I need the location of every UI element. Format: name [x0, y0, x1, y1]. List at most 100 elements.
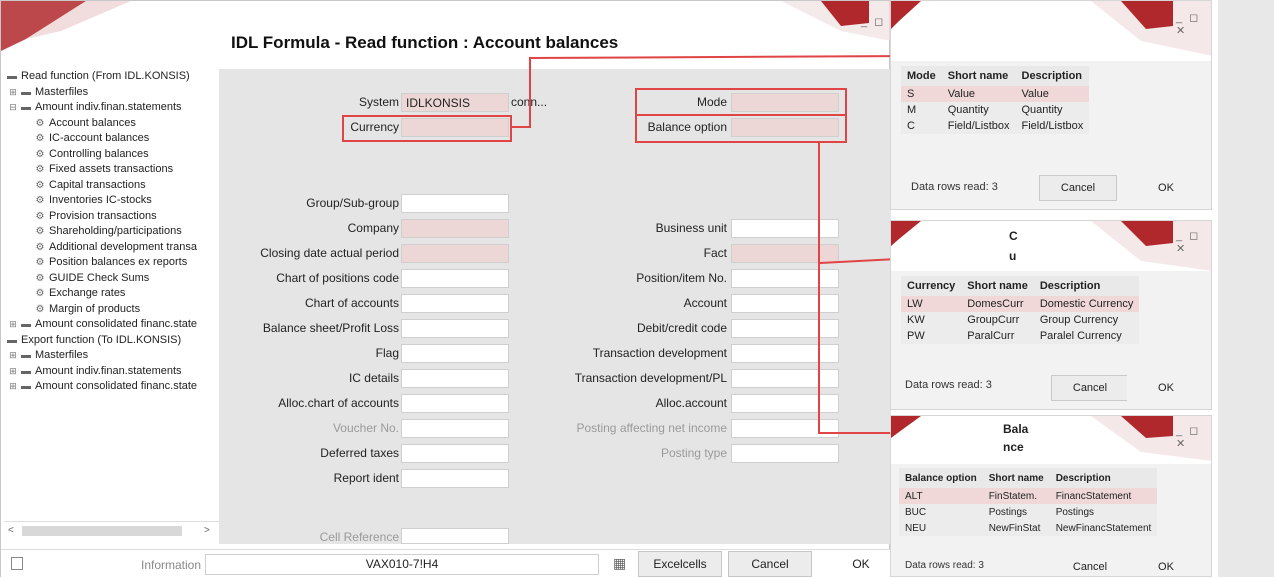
field-input[interactable] [731, 344, 839, 363]
field-label: Report ident [333, 471, 399, 485]
table-row[interactable]: ALT FinStatem. FinancStatement [899, 488, 1158, 504]
tree-item[interactable]: ▬ Export function (To IDL.KONSIS) [6, 333, 221, 349]
tree-item[interactable]: ▬ Read function (From IDL.KONSIS) [6, 69, 221, 85]
navigation-tree[interactable]: ▬ Read function (From IDL.KONSIS) ⊞ ▬ Master… [6, 69, 221, 519]
field-input[interactable] [731, 444, 839, 463]
column-header[interactable]: Mode [901, 66, 942, 86]
expand-icon[interactable]: ⊞ [6, 348, 20, 363]
expand-icon[interactable]: ⊞ [6, 317, 20, 332]
field-input[interactable] [401, 194, 509, 213]
mode-ok-button[interactable]: OK [1127, 175, 1205, 201]
currency-window-controls[interactable]: _ ◻ ✕ [1176, 229, 1211, 255]
field-label: Posting affecting net income [576, 421, 727, 435]
information-field[interactable]: VAX010-7!H4 [205, 554, 599, 575]
column-header[interactable]: Short name [982, 468, 1050, 488]
folder-icon: ▬ [21, 102, 31, 113]
field-input[interactable] [401, 269, 509, 288]
table-row[interactable]: NEU NewFinStat NewFinancStatement [899, 520, 1158, 536]
field-input[interactable] [401, 369, 509, 388]
table-cell: ALT [899, 488, 983, 504]
scroll-left-icon[interactable]: < [8, 525, 14, 536]
table-row[interactable]: LW DomesCurr Domestic Currency [901, 296, 1140, 312]
system-field[interactable]: IDLKONSIS [401, 93, 509, 112]
field-input[interactable] [731, 319, 839, 338]
table-row[interactable]: S Value Value [901, 86, 1090, 102]
field-input[interactable] [731, 369, 839, 388]
column-header[interactable]: Short name [941, 66, 1016, 86]
table-row[interactable]: C Field/Listbox Field/Listbox [901, 118, 1090, 134]
field-input[interactable] [401, 319, 509, 338]
currency-ok-button[interactable]: OK [1127, 375, 1205, 401]
mode-cancel-button[interactable]: Cancel [1039, 175, 1117, 201]
balance-window-controls[interactable]: _ ◻ ✕ [1176, 424, 1211, 450]
field-input[interactable] [731, 269, 839, 288]
window-controls[interactable]: _ ◻ [861, 15, 885, 28]
tree-item[interactable]: ⚙ Provision transactions [6, 209, 221, 225]
cell-reference-field[interactable] [401, 528, 509, 544]
tree-item[interactable]: ⊞ ▬ Masterfiles [6, 348, 221, 364]
balance-cancel-button[interactable]: Cancel [1051, 554, 1129, 576]
field-input[interactable] [731, 219, 839, 238]
column-header[interactable]: Currency [901, 276, 962, 296]
field-input[interactable] [731, 244, 839, 263]
tree-scrollbar[interactable]: < > [4, 521, 219, 539]
table-row[interactable]: M Quantity Quantity [901, 102, 1090, 118]
field-input[interactable] [401, 344, 509, 363]
balance-ok-button[interactable]: OK [1127, 554, 1205, 576]
tree-item[interactable]: ⊞ ▬ Masterfiles [6, 85, 221, 101]
gear-icon: ⚙ [35, 226, 45, 237]
tree-item[interactable]: ⚙ GUIDE Check Sums [6, 271, 221, 287]
tree-item[interactable]: ⚙ IC-account balances [6, 131, 221, 147]
tree-item[interactable]: ⚙ Account balances [6, 116, 221, 132]
field-input[interactable] [731, 294, 839, 313]
column-header[interactable]: Description [1049, 468, 1158, 488]
tree-item[interactable]: ⚙ Fixed assets transactions [6, 162, 221, 178]
field-input[interactable] [401, 294, 509, 313]
table-row[interactable]: KW GroupCurr Group Currency [901, 312, 1140, 328]
tree-item[interactable]: ⚙ Inventories IC-stocks [6, 193, 221, 209]
tree-item[interactable]: ⚙ Controlling balances [6, 147, 221, 163]
tree-item[interactable]: ⊞ ▬ Amount consolidated financ.state [6, 317, 221, 333]
folder-icon: ▬ [21, 350, 31, 361]
scroll-right-icon[interactable]: > [204, 525, 210, 536]
tree-item[interactable]: ⚙ Position balances ex reports [6, 255, 221, 271]
field-input[interactable] [401, 469, 509, 488]
mode-table: Mode Short name Description S Value Value M Qua… [901, 66, 1090, 134]
tree-item[interactable]: ⚙ Margin of products [6, 302, 221, 318]
tree-item[interactable]: ⚙ Capital transactions [6, 178, 221, 194]
field-input[interactable] [401, 419, 509, 438]
column-header[interactable]: Balance option [899, 468, 983, 488]
table-cell: KW [901, 312, 962, 328]
spreadsheet-icon[interactable]: ▦ [613, 555, 626, 572]
field-input[interactable] [731, 394, 839, 413]
table-row[interactable]: PW ParalCurr Paralel Currency [901, 328, 1140, 344]
column-header[interactable]: Short name [961, 276, 1034, 296]
tree-item[interactable]: ⊟ ▬ Amount indiv.finan.statements [6, 100, 221, 116]
collapse-icon[interactable]: ⊟ [6, 100, 20, 115]
table-cell: Quantity [1015, 102, 1090, 118]
column-header[interactable]: Description [1015, 66, 1090, 86]
mode-window-controls[interactable]: _ ◻ ✕ [1176, 11, 1211, 37]
expand-icon[interactable]: ⊞ [6, 85, 20, 100]
panel-toggle-icon[interactable] [11, 557, 23, 570]
column-header[interactable]: Description [1033, 276, 1140, 296]
field-input[interactable] [401, 394, 509, 413]
table-row[interactable]: BUC Postings Postings [899, 504, 1158, 520]
field-input[interactable] [731, 419, 839, 438]
field-input[interactable] [401, 444, 509, 463]
field-input[interactable] [401, 219, 509, 238]
tree-item[interactable]: ⊞ ▬ Amount consolidated financ.state [6, 379, 221, 395]
tree-item[interactable]: ⚙ Additional development transa [6, 240, 221, 256]
currency-cancel-button[interactable]: Cancel [1051, 375, 1129, 401]
mode-popup: _ ◻ ✕ Mode Short name Description S Value Val… [890, 0, 1212, 210]
cancel-button[interactable]: Cancel [728, 551, 812, 577]
expand-icon[interactable]: ⊞ [6, 379, 20, 394]
expand-icon[interactable]: ⊞ [6, 364, 20, 379]
tree-item[interactable]: ⊞ ▬ Amount indiv.finan.statements [6, 364, 221, 380]
excelcells-button[interactable]: Excelcells [638, 551, 722, 577]
field-input[interactable] [401, 244, 509, 263]
tree-item[interactable]: ⚙ Shareholding/participations [6, 224, 221, 240]
scroll-thumb[interactable] [22, 526, 182, 536]
gear-icon: ⚙ [35, 303, 45, 315]
tree-item[interactable]: ⚙ Exchange rates [6, 286, 221, 302]
